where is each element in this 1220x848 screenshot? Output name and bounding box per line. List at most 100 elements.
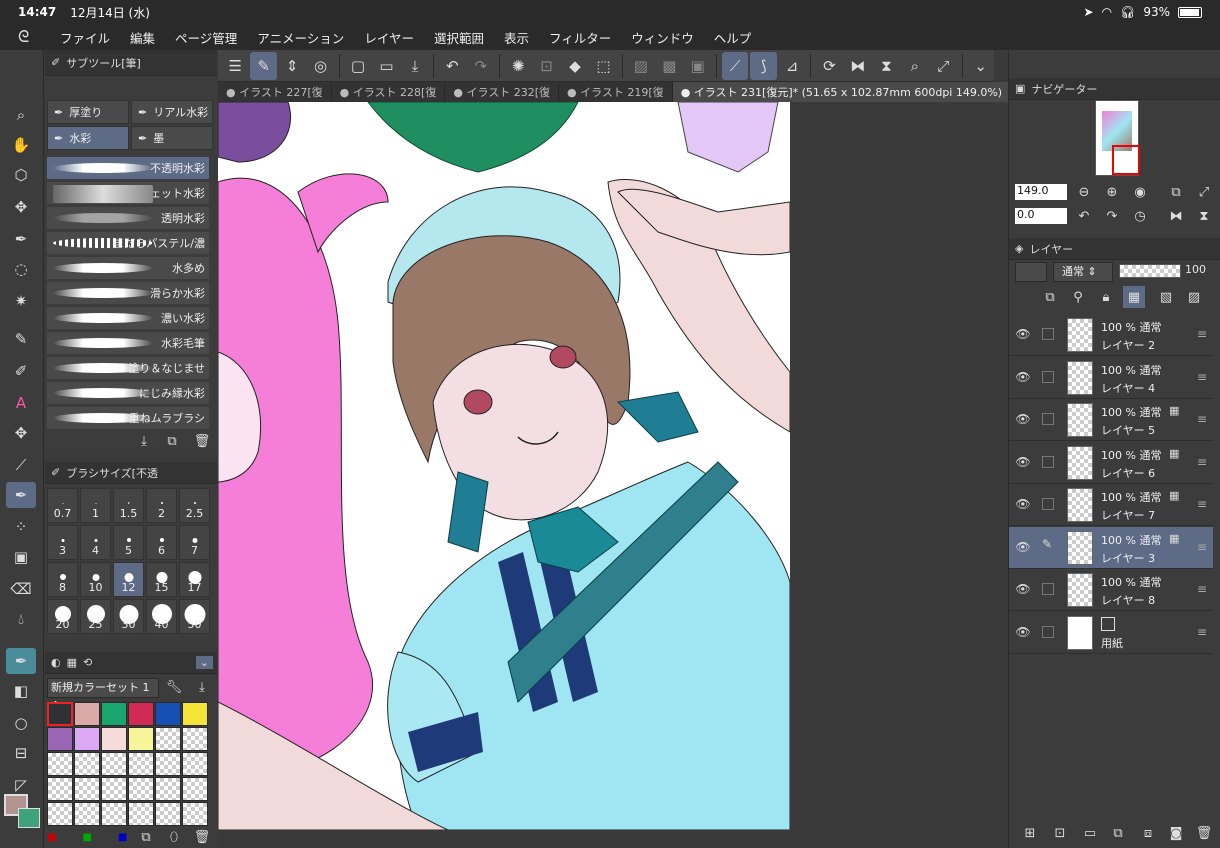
rotate-left-icon[interactable]: ↶ <box>1073 205 1095 227</box>
color-swatch[interactable] <box>155 702 181 726</box>
color-swatch[interactable] <box>101 777 127 801</box>
brush-item[interactable]: 不透明水彩 <box>47 157 209 180</box>
mask-icon[interactable]: ▧ <box>1155 286 1177 308</box>
color-swatch[interactable] <box>74 727 100 751</box>
brush-size-option[interactable]: 7 <box>179 525 210 560</box>
updown-icon[interactable]: ⇕ <box>279 52 305 80</box>
layer-checkbox[interactable] <box>1042 455 1054 468</box>
brush-item[interactable]: 重ねムラブラシ <box>47 407 209 430</box>
loading-icon[interactable]: ✺ <box>505 52 531 80</box>
tab-illust-228[interactable]: ● イラスト 228[復 <box>332 82 446 102</box>
layer-checkbox[interactable] <box>1042 328 1054 340</box>
layer-checkbox[interactable] <box>1042 370 1054 383</box>
brush-size-option[interactable]: 5 <box>113 525 144 560</box>
edit-mode-icon[interactable]: ✎ <box>250 51 277 80</box>
menu-page[interactable]: ページ管理 <box>175 28 237 47</box>
fill-tool-icon[interactable]: ✒ <box>6 648 36 674</box>
flip-horizontal-icon[interactable]: ⧓ <box>845 52 871 80</box>
canvas-area[interactable] <box>218 102 994 830</box>
transform-tool-icon[interactable]: ✥ <box>6 420 36 446</box>
brush-item[interactable]: 透明水彩 <box>47 207 209 230</box>
decoration-icon[interactable]: ▣ <box>6 544 36 570</box>
reset-rotation-icon[interactable]: ◷ <box>1129 205 1151 227</box>
layer-mask-icon[interactable]: ◙ <box>1165 822 1187 844</box>
redo-icon[interactable]: ↷ <box>468 52 494 80</box>
brush-size-option[interactable]: 1.5 <box>113 488 144 523</box>
figure-icon[interactable]: ○ <box>6 710 36 736</box>
color-swatch[interactable] <box>47 752 73 776</box>
brush-size-option[interactable]: 17 <box>179 562 210 597</box>
menu-window[interactable]: ウィンドウ <box>631 28 694 47</box>
color-swatch[interactable] <box>182 777 208 801</box>
pencil-tool-icon[interactable]: ✎ <box>6 326 36 352</box>
save-icon[interactable]: ⤓ <box>402 52 428 80</box>
brush-size-option[interactable]: 12 <box>113 562 144 597</box>
tab-illust-219[interactable]: ● イラスト 219[復 <box>559 82 673 102</box>
color-swatch[interactable] <box>47 802 73 826</box>
menu-filter[interactable]: フィルター <box>549 28 611 47</box>
brush-size-option[interactable]: 50 <box>179 599 210 634</box>
brush-item[interactable]: ウェット水彩 <box>47 182 209 205</box>
active-pen-icon[interactable]: ✒ <box>6 482 36 508</box>
fullscreen-icon[interactable]: ⤢ <box>1193 181 1215 203</box>
lasso-icon[interactable]: ◌ <box>6 256 36 282</box>
brush-size-option[interactable]: 20 <box>47 599 78 634</box>
hand-tool-icon[interactable]: ✋ <box>6 132 36 158</box>
magic-wand-icon[interactable]: ✷ <box>6 288 36 314</box>
sub-color-swatch[interactable] <box>18 808 40 828</box>
flip-horizontal-icon[interactable]: ⧓ <box>1165 205 1187 227</box>
trash-icon[interactable]: 🗑︎ <box>191 826 213 848</box>
zoom-field[interactable]: 149.0 <box>1015 184 1067 200</box>
color-swatch[interactable] <box>74 777 100 801</box>
menu-file[interactable]: ファイル <box>60 28 110 47</box>
layer-menu-icon[interactable]: ≡ <box>1197 540 1207 554</box>
brush-item[interactable]: にじみ縁水彩 <box>47 382 209 405</box>
brush-size-option[interactable]: 25 <box>80 599 111 634</box>
import-icon[interactable]: ⤓ <box>191 676 213 698</box>
deselect-icon[interactable]: ▨ <box>628 52 654 80</box>
color-set-select[interactable]: 新規カラーセット 1 ⇕ <box>47 678 159 712</box>
chevron-down-icon[interactable]: ⌄ <box>967 52 993 80</box>
layer-menu-icon[interactable]: ≡ <box>1197 327 1207 341</box>
layer-checkbox[interactable] <box>1042 583 1054 595</box>
menu-selection[interactable]: 選択範囲 <box>434 28 484 47</box>
layer-row[interactable]: 👁︎ 用紙 ≡ <box>1009 611 1213 654</box>
tab-illust-231[interactable]: ● イラスト 231[復元]* (51.65 x 102.87mm 600dpi… <box>672 82 1012 102</box>
color-history-icon[interactable]: ⟲ <box>83 656 92 669</box>
brush-size-option[interactable]: 3 <box>47 525 78 560</box>
app-logo-icon[interactable]: ᘓ <box>18 28 40 46</box>
zoom-tool-icon[interactable]: ⌕ <box>6 102 36 128</box>
layer-menu-icon[interactable]: ≡ <box>1197 582 1207 596</box>
selection-border-icon[interactable]: ▣ <box>685 52 711 80</box>
blend-mode-select[interactable]: 通常 ⇕ <box>1053 262 1113 282</box>
fit-screen-icon[interactable]: ⤢ <box>930 52 956 80</box>
brush-item[interactable]: まだらパステル/濃 <box>47 232 209 255</box>
eye-icon[interactable]: 👁︎ <box>1015 370 1031 386</box>
brush-item[interactable]: 水彩毛筆 <box>47 332 209 355</box>
duplicate-icon[interactable]: ⧉ <box>161 430 183 452</box>
pen-tool-icon[interactable]: ✒ <box>6 226 36 252</box>
tab-illust-232[interactable]: ● イラスト 232[復 <box>445 82 560 102</box>
new-folder-icon[interactable]: ▭ <box>1079 822 1101 844</box>
layer-row[interactable]: 👁︎ 100 % 通常 レイヤー 2 ≡ <box>1009 314 1213 356</box>
clip-icon[interactable]: ⧉ <box>1039 286 1061 308</box>
color-swatch[interactable] <box>128 702 154 726</box>
brush-size-option[interactable]: 1 <box>80 488 111 523</box>
blend-icon[interactable]: 💧︎ <box>6 606 36 632</box>
trash-icon[interactable]: 🗑︎ <box>191 430 213 452</box>
layer-row[interactable]: 👁︎ 100 % 通常 レイヤー 8 ≡ <box>1009 569 1213 611</box>
color-swatch[interactable] <box>182 702 208 726</box>
menu-help[interactable]: ヘルプ <box>714 28 752 47</box>
color-swatch[interactable] <box>155 777 181 801</box>
chevron-down-icon[interactable]: ⌄ <box>195 656 213 669</box>
brush-item[interactable]: 濃い水彩 <box>47 307 209 330</box>
layer-row[interactable]: 👁︎ ✎ 100 % 通常 レイヤー 3 ▦ ≡ <box>1009 526 1213 569</box>
subtool-group-impasto[interactable]: ✒ 厚塗り <box>47 100 129 124</box>
layer-menu-icon[interactable]: ≡ <box>1197 625 1207 639</box>
copy-layer-icon[interactable]: ⧉ <box>1107 822 1129 844</box>
brush-size-option[interactable]: 8 <box>47 562 78 597</box>
brush-size-option[interactable]: 2.5 <box>179 488 210 523</box>
object-select-icon[interactable]: ⬡ <box>6 162 36 188</box>
gradient-icon[interactable]: ◧ <box>6 678 36 704</box>
add-color-icon[interactable]: ⬯ <box>163 826 185 848</box>
